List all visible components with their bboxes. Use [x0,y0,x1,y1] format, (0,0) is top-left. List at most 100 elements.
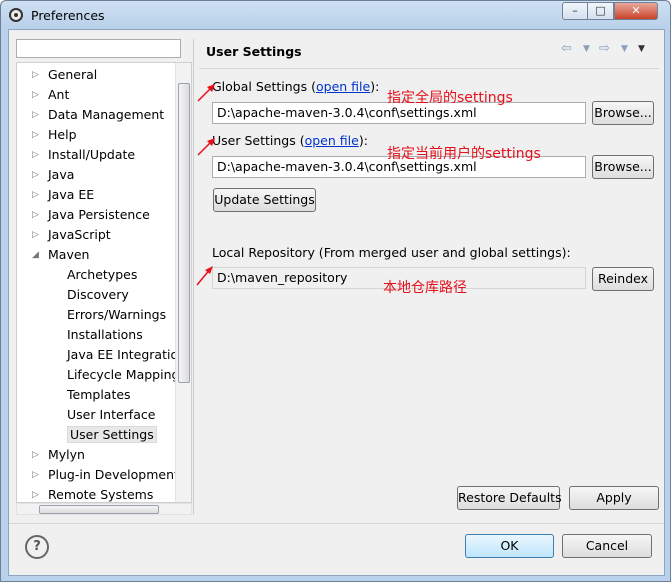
restore-defaults-button[interactable]: Restore Defaults [457,486,562,510]
user-open-file-link[interactable]: open file [305,133,359,148]
global-settings-label: Global Settings (open file): [212,79,380,94]
collapsed-triangle-icon[interactable]: ▷ [32,105,42,125]
tree-item[interactable]: Errors/Warnings [67,305,166,325]
apply-button[interactable]: Apply [569,486,659,510]
tree-item[interactable]: Lifecycle Mappings [67,365,186,385]
tree-item[interactable]: ▷ Data Management [32,105,165,125]
tree-item-label: Data Management [48,107,165,122]
tree-item[interactable]: ▷ Remote Systems [32,485,154,502]
title-separator [199,68,659,69]
tree-item[interactable]: Archetypes [67,265,137,285]
tree-item-label: JavaScript [48,227,111,242]
update-settings-button[interactable]: Update Settings [213,188,316,212]
user-settings-text: User Settings [212,133,296,148]
tree-item[interactable]: User Settings [67,425,157,445]
forward-menu-chevron-icon[interactable]: ▼ [621,44,628,54]
annotation-repo: 本地仓库路径 [383,280,467,296]
close-button[interactable]: ✕ [614,2,658,20]
annotation-arrow-icon [196,266,213,286]
annotation-user: 指定当前用户的settings [387,146,541,162]
collapsed-triangle-icon[interactable]: ▷ [32,165,42,185]
title-bar: Preferences – □ ✕ [1,1,670,29]
collapsed-triangle-icon[interactable]: ▷ [32,185,42,205]
view-menu-icon[interactable]: ▼ [638,44,645,54]
expanded-triangle-icon[interactable]: ◢ [32,245,42,265]
collapsed-triangle-icon[interactable]: ▷ [32,145,42,165]
minimize-button[interactable]: – [562,2,588,20]
tree-item-label: General [48,67,98,82]
tree-item[interactable]: Discovery [67,285,129,305]
tree-item-label: Maven [48,247,90,262]
collapsed-triangle-icon[interactable]: ▷ [32,125,42,145]
tree-item-label: Ant [48,87,70,102]
collapsed-triangle-icon[interactable]: ▷ [32,465,42,485]
window-title: Preferences [31,8,105,23]
tree-item[interactable]: ▷ General [32,65,98,85]
tree-vertical-scroll-thumb[interactable] [178,83,190,383]
tree-item-label: Installations [67,327,143,342]
tree-vertical-scrollbar[interactable] [175,63,191,502]
user-browse-button[interactable]: Browse... [592,155,654,179]
tree-item[interactable]: ▷ Java [32,165,75,185]
global-open-file-link[interactable]: open file [316,79,370,94]
tree-item-label: User Settings [67,426,157,443]
tree-item-label: Plug-in Development [48,467,179,482]
collapsed-triangle-icon[interactable]: ▷ [32,225,42,245]
collapsed-triangle-icon[interactable]: ▷ [32,65,42,85]
tree-item[interactable]: Templates [67,385,131,405]
ok-button[interactable]: OK [465,534,554,558]
footer-separator [9,523,664,524]
dialog-client: ▷ General ▷ Ant ▷ Data Management ▷ Help ▷ Instal… [8,29,665,576]
preference-tree: ▷ General ▷ Ant ▷ Data Management ▷ Help ▷ Instal… [16,62,192,503]
local-repository-label: Local Repository (From merged user and g… [212,245,571,260]
tree-item-label: Archetypes [67,267,138,282]
tree-item[interactable]: ▷ Install/Update [32,145,136,165]
back-menu-chevron-icon[interactable]: ▼ [583,44,590,54]
tree-item-label: Mylyn [48,447,85,462]
tree-item-label: Lifecycle Mappings [67,367,186,382]
forward-arrow-icon[interactable]: ⇨ [599,41,610,56]
tree-item[interactable]: ▷ Mylyn [32,445,85,465]
tree-item[interactable]: ◢ Maven [32,245,90,265]
tree-item[interactable]: ▷ Ant [32,85,70,105]
tree-horizontal-scroll-thumb[interactable] [39,505,159,514]
collapsed-triangle-icon[interactable]: ▷ [32,205,42,225]
collapsed-triangle-icon[interactable]: ▷ [32,445,42,465]
tree-item-label: Help [48,127,77,142]
global-settings-text: Global Settings [212,79,308,94]
tree-item-label: Java EE [48,187,95,202]
filter-input[interactable] [16,39,181,58]
tree-horizontal-scrollbar[interactable] [16,503,192,515]
tree-item-label: Errors/Warnings [67,307,167,322]
annotation-global: 指定全局的settings [387,90,513,106]
maximize-button[interactable]: □ [588,2,614,20]
collapsed-triangle-icon[interactable]: ▷ [32,85,42,105]
page-title: User Settings [206,44,302,59]
back-arrow-icon[interactable]: ⇦ [561,41,572,56]
global-browse-button[interactable]: Browse... [592,101,654,125]
tree-item-label: Templates [67,387,131,402]
app-icon [9,8,23,22]
annotation-arrow-icon [197,138,215,156]
tree-item[interactable]: Installations [67,325,143,345]
cancel-button[interactable]: Cancel [562,534,652,558]
tree-item-label: Java EE Integration [67,347,187,362]
collapsed-triangle-icon[interactable]: ▷ [32,485,42,502]
tree-item[interactable]: ▷ Help [32,125,77,145]
reindex-button[interactable]: Reindex [592,267,654,291]
tree-item[interactable]: ▷ JavaScript [32,225,111,245]
tree-item[interactable]: ▷ Plug-in Development [32,465,179,485]
tree-item-label: Java [48,167,75,182]
tree-item[interactable]: User Interface [67,405,155,425]
tree-item[interactable]: ▷ Java EE [32,185,95,205]
user-settings-label: User Settings (open file): [212,133,368,148]
tree-item-label: Java Persistence [48,207,150,222]
tree-item-label: Install/Update [48,147,136,162]
tree-item[interactable]: ▷ Java Persistence [32,205,150,225]
preferences-window: Preferences – □ ✕ ▷ General ▷ Ant ▷ Data Mana… [0,0,671,582]
tree-item-label: Remote Systems [48,487,154,502]
annotation-arrow-icon [197,84,215,102]
help-icon[interactable]: ? [25,535,49,559]
tree-item-label: User Interface [67,407,156,422]
tree-item[interactable]: Java EE Integration [67,345,186,365]
